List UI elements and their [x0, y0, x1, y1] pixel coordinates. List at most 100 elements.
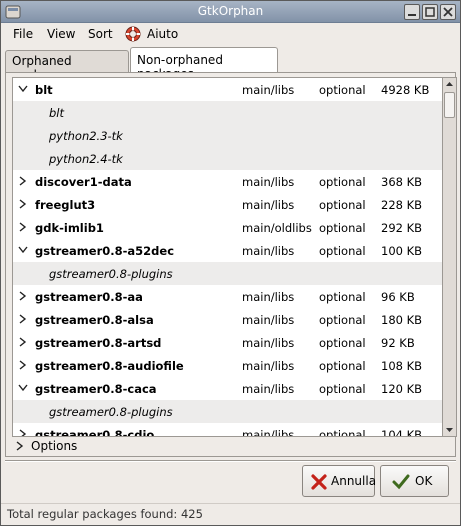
package-priority: optional — [319, 382, 366, 396]
package-size: 104 KB — [381, 428, 423, 437]
expander-collapsed-icon[interactable] — [18, 429, 28, 437]
package-row[interactable]: gstreamer0.8-alsa main/libs optional 180 KB — [13, 308, 442, 331]
tab-orphaned[interactable]: Orphaned packages — [5, 50, 129, 82]
package-section: main/libs — [242, 336, 295, 350]
expander-collapsed-icon[interactable] — [18, 360, 28, 370]
package-priority: optional — [319, 175, 366, 189]
package-name: gdk-imlib1 — [35, 221, 104, 235]
scroll-down-icon[interactable] — [444, 423, 455, 436]
scroll-thumb[interactable] — [444, 92, 455, 118]
tab-page: blt main/libs optional 4928 KB blt python2.3-… — [5, 72, 457, 457]
package-name: gstreamer0.8-audiofile — [35, 359, 184, 373]
maximize-icon — [425, 7, 435, 17]
vertical-scrollbar[interactable] — [443, 77, 457, 437]
dependency-name: python2.3-tk — [49, 129, 123, 143]
menu-sort[interactable]: Sort — [88, 27, 113, 41]
expander-collapsed-icon[interactable] — [18, 222, 28, 232]
package-section: main/libs — [242, 382, 295, 396]
package-name: gstreamer0.8-aa — [35, 290, 143, 304]
package-size: 180 KB — [381, 313, 423, 327]
package-section: main/libs — [242, 83, 295, 97]
package-name: freeglut3 — [35, 198, 96, 212]
menu-bar: File View Sort Aiuto — [1, 23, 460, 45]
package-size: 368 KB — [381, 175, 423, 189]
minimize-button[interactable] — [404, 4, 420, 20]
package-row[interactable]: gdk-imlib1 main/oldlibs optional 292 KB — [13, 216, 442, 239]
expander-collapsed-icon[interactable] — [18, 291, 28, 301]
scroll-up-icon[interactable] — [444, 78, 455, 91]
expander-collapsed-icon — [16, 441, 24, 451]
package-row[interactable]: gstreamer0.8-aa main/libs optional 96 KB — [13, 285, 442, 308]
package-row[interactable]: discover1-data main/libs optional 368 KB — [13, 170, 442, 193]
ok-label: OK — [415, 474, 433, 488]
expander-expanded-icon[interactable] — [18, 245, 28, 255]
package-priority: optional — [319, 83, 366, 97]
package-row[interactable]: freeglut3 main/libs optional 228 KB — [13, 193, 442, 216]
package-priority: optional — [319, 244, 366, 258]
package-row[interactable]: gstreamer0.8-audiofile main/libs optional 1… — [13, 354, 442, 377]
package-section: main/libs — [242, 313, 295, 327]
package-section: main/libs — [242, 175, 295, 189]
minimize-icon — [408, 14, 416, 16]
dependency-row[interactable]: blt — [13, 101, 442, 124]
ok-button[interactable]: OK — [380, 465, 449, 497]
package-size: 228 KB — [381, 198, 423, 212]
package-name: discover1-data — [35, 175, 132, 189]
window-title: GtkOrphan — [197, 4, 264, 18]
package-list[interactable]: blt main/libs optional 4928 KB blt python2.3-… — [12, 77, 443, 437]
package-row[interactable]: gstreamer0.8-artsd main/libs optional 92 KB — [13, 331, 442, 354]
package-size: 4928 KB — [381, 83, 430, 97]
dependency-row[interactable]: python2.4-tk — [13, 147, 442, 170]
menu-help[interactable]: Aiuto — [147, 27, 178, 41]
package-row[interactable]: gstreamer0.8-a52dec main/libs optional 100 … — [13, 239, 442, 262]
cancel-button[interactable]: Annulla — [302, 465, 376, 497]
expander-expanded-icon[interactable] — [18, 84, 28, 94]
dependency-name: blt — [49, 106, 65, 120]
package-size: 120 KB — [381, 382, 423, 396]
dependency-name: gstreamer0.8-plugins — [49, 405, 173, 419]
expander-collapsed-icon[interactable] — [18, 176, 28, 186]
status-text: Total regular packages found: 425 — [7, 507, 203, 521]
menu-file[interactable]: File — [13, 27, 33, 41]
package-name: gstreamer0.8-a52dec — [35, 244, 175, 258]
tab-non-orphaned[interactable]: Non-orphaned packages — [130, 47, 278, 81]
options-label: Options — [31, 439, 78, 453]
dependency-row[interactable]: gstreamer0.8-plugins — [13, 262, 442, 285]
package-priority: optional — [319, 290, 366, 304]
expander-collapsed-icon[interactable] — [18, 314, 28, 324]
package-priority: optional — [319, 221, 366, 235]
lifebuoy-icon — [125, 26, 141, 42]
package-row[interactable]: gstreamer0.8-cdio main/libs optional 104 KB — [13, 423, 442, 437]
close-button[interactable] — [440, 4, 456, 20]
package-section: main/libs — [242, 290, 295, 304]
package-priority: optional — [319, 428, 366, 437]
menu-view[interactable]: View — [47, 27, 75, 41]
expander-collapsed-icon[interactable] — [18, 199, 28, 209]
dependency-row[interactable]: gstreamer0.8-plugins — [13, 400, 442, 423]
package-name: gstreamer0.8-caca — [35, 382, 157, 396]
package-size: 96 KB — [381, 290, 415, 304]
package-section: main/libs — [242, 198, 295, 212]
package-priority: optional — [319, 359, 366, 373]
package-section: main/oldlibs — [242, 221, 312, 235]
package-section: main/libs — [242, 359, 295, 373]
package-row[interactable]: gstreamer0.8-caca main/libs optional 120 KB — [13, 377, 442, 400]
package-name: gstreamer0.8-cdio — [35, 428, 155, 437]
package-row[interactable]: blt main/libs optional 4928 KB — [13, 78, 442, 101]
maximize-button[interactable] — [422, 4, 438, 20]
status-bar: Total regular packages found: 425 — [1, 503, 460, 525]
expander-expanded-icon[interactable] — [18, 383, 28, 393]
dependency-name: gstreamer0.8-plugins — [49, 267, 173, 281]
title-bar[interactable]: GtkOrphan — [1, 1, 460, 23]
package-name: gstreamer0.8-alsa — [35, 313, 154, 327]
dependency-row[interactable]: python2.3-tk — [13, 124, 442, 147]
ok-check-icon — [392, 474, 410, 490]
package-priority: optional — [319, 198, 366, 212]
package-size: 92 KB — [381, 336, 415, 350]
cancel-x-icon — [311, 474, 327, 490]
package-section: main/libs — [242, 428, 295, 437]
separator — [5, 460, 456, 462]
expander-collapsed-icon[interactable] — [18, 337, 28, 347]
package-size: 108 KB — [381, 359, 423, 373]
package-size: 292 KB — [381, 221, 423, 235]
